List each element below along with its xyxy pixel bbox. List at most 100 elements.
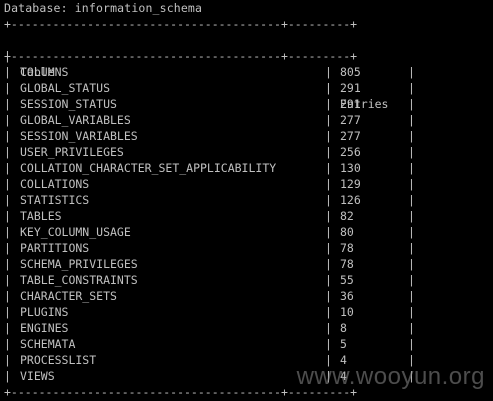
table-row: | SESSION_VARIABLES | 277 | [0,128,493,144]
pipe: | [408,145,415,159]
entries-cell: 10 [340,305,354,319]
table-row: | GLOBAL_VARIABLES | 277 | [0,112,493,128]
table-row: | USER_PRIVILEGES | 256 | [0,144,493,160]
pipe: | [408,81,415,95]
pipe: | [325,145,332,159]
table-name-cell: PARTITIONS [20,241,90,255]
table-name-cell: GLOBAL_VARIABLES [20,113,131,127]
table-name-cell: STATISTICS [20,193,90,207]
table-name-cell: GLOBAL_STATUS [20,81,111,95]
pipe: | [4,81,11,95]
table-row: | PARTITIONS | 78 | [0,240,493,256]
pipe: | [408,193,415,207]
entries-cell: 129 [340,177,361,191]
pipe: | [4,145,11,159]
pipe: | [4,257,11,271]
pipe: | [408,273,415,287]
table-row: | ENGINES | 8 | [0,320,493,336]
pipe: | [4,161,11,175]
pipe: | [4,305,11,319]
pipe: | [408,241,415,255]
pipe: | [408,161,415,175]
table-header-row: | Table | Entries | [0,32,493,127]
pipe: | [325,81,332,95]
entries-cell: 5 [340,337,347,351]
pipe: | [4,273,11,287]
table-row: | SESSION_STATUS | 291 | [0,96,493,112]
table-name-cell: SESSION_STATUS [20,97,117,111]
pipe: | [325,65,332,79]
pipe: | [325,289,332,303]
pipe: | [325,257,332,271]
table-name-cell: SCHEMA_PRIVILEGES [20,257,138,271]
table-border-top: +---------------------------------------… [4,17,358,31]
table-row: | SCHEMA_PRIVILEGES | 78 | [0,256,493,272]
pipe: | [325,241,332,255]
table-row: | SCHEMATA | 5 | [0,336,493,352]
entries-cell: 36 [340,289,354,303]
entries-cell: 130 [340,161,361,175]
pipe: | [408,209,415,223]
pipe: | [408,257,415,271]
pipe: | [4,225,11,239]
pipe: | [325,129,332,143]
pipe: | [4,177,11,191]
pipe: | [4,289,11,303]
entries-cell: 256 [340,145,361,159]
entries-cell: 277 [340,129,361,143]
table-name-cell: KEY_COLUMN_USAGE [20,225,131,239]
table-row: | TABLE_CONSTRAINTS | 55 | [0,272,493,288]
pipe: | [325,273,332,287]
entries-cell: 78 [340,241,354,255]
table-row: | COLUMNS | 805 | [0,64,493,80]
table-name-cell: PROCESSLIST [20,353,97,367]
watermark: www.wooyun.org [296,363,485,390]
table-name-cell: SESSION_VARIABLES [20,129,138,143]
pipe: | [408,129,415,143]
pipe: | [4,97,11,111]
pipe: | [408,225,415,239]
entries-cell: 126 [340,193,361,207]
pipe: | [325,161,332,175]
pipe: | [408,97,415,111]
pipe: | [4,241,11,255]
pipe: | [4,129,11,143]
pipe: | [408,65,415,79]
table-row: | GLOBAL_STATUS | 291 | [0,80,493,96]
table-name-cell: PLUGINS [20,305,69,319]
table-name-cell: CHARACTER_SETS [20,289,117,303]
table-name-cell: ENGINES [20,321,69,335]
entries-cell: 291 [340,81,361,95]
table-row: | KEY_COLUMN_USAGE | 80 | [0,224,493,240]
pipe: | [325,97,332,111]
table-name-cell: COLLATIONS [20,177,90,191]
pipe: | [4,337,11,351]
entries-cell: 291 [340,97,361,111]
table-row: | PLUGINS | 10 | [0,304,493,320]
entries-cell: 80 [340,225,354,239]
table-name-cell: COLUMNS [20,65,69,79]
pipe: | [4,369,11,383]
table-row: | STATISTICS | 126 | [0,192,493,208]
table-name-cell: USER_PRIVILEGES [20,145,124,159]
table-row: | CHARACTER_SETS | 36 | [0,288,493,304]
entries-cell: 277 [340,113,361,127]
pipe: | [325,177,332,191]
pipe: | [325,337,332,351]
pipe: | [325,321,332,335]
pipe: | [4,193,11,207]
pipe: | [325,113,332,127]
pipe: | [408,321,415,335]
entries-cell: 8 [340,321,347,335]
pipe: | [4,353,11,367]
console-window: Database: information_schema +----------… [0,0,493,401]
pipe: | [408,337,415,351]
pipe: | [408,289,415,303]
table-name-cell: SCHEMATA [20,337,76,351]
database-label: Database: information_schema [4,1,203,15]
table-row: | TABLES | 82 | [0,208,493,224]
table-name-cell: TABLE_CONSTRAINTS [20,273,138,287]
table-row: | COLLATION_CHARACTER_SET_APPLICABILITY | 1… [0,160,493,176]
pipe: | [408,177,415,191]
entries-cell: 55 [340,273,354,287]
